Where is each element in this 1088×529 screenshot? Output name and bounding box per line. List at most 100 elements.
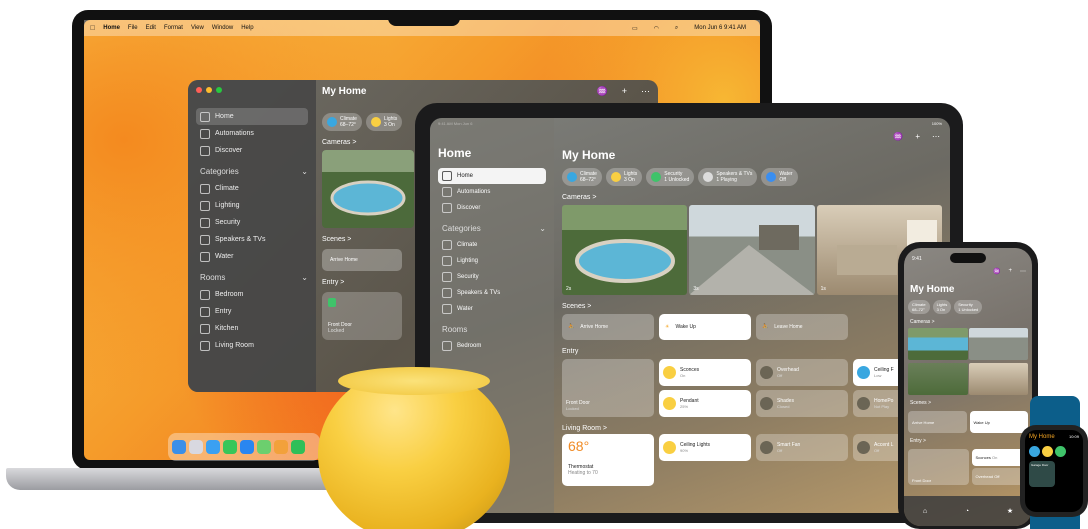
sidebar-item-climate[interactable]: Climate <box>196 180 308 197</box>
front-door-tile[interactable]: Front Door <box>908 449 969 485</box>
sidebar-item-home[interactable]: Home <box>438 168 546 184</box>
bulb-icon[interactable] <box>1042 446 1053 457</box>
sidebar-item-home[interactable]: Home <box>196 108 308 125</box>
sidebar-item-kitchen[interactable]: Kitchen <box>196 320 308 337</box>
pill-climate[interactable]: Climate 68–72° <box>908 300 930 314</box>
sidebar-item-security[interactable]: Security <box>438 269 546 285</box>
cameras-header[interactable]: Cameras > <box>562 194 942 201</box>
garage-door-tile[interactable]: Garage Door <box>1029 461 1055 487</box>
entry-header[interactable]: Entry > <box>910 438 1032 444</box>
fan-icon[interactable] <box>1029 446 1040 457</box>
scene-leave-home[interactable]: ⛹ Leave Home <box>756 314 848 340</box>
sconces-tile[interactable]: Sconces On <box>659 359 751 386</box>
sidebar-item-water[interactable]: Water <box>438 301 546 317</box>
menu-help[interactable]: Help <box>241 25 253 31</box>
camera-feed[interactable] <box>968 328 1028 360</box>
pill-security[interactable]: Security 1 Unlocked <box>954 300 983 314</box>
thermostat-tile[interactable]: 68° Thermostat Heating to 70 <box>562 434 654 486</box>
camera-feed[interactable]: 3s <box>689 205 815 295</box>
close-icon[interactable] <box>196 87 202 93</box>
waveform-icon[interactable]: ♒ <box>597 86 608 97</box>
waveform-icon[interactable]: ♒ <box>993 268 1000 275</box>
more-icon[interactable]: ⋯ <box>1020 268 1026 275</box>
sidebar-item-bedroom[interactable]: Bedroom <box>438 338 546 354</box>
safari-icon[interactable] <box>206 440 220 454</box>
camera-feed[interactable] <box>908 363 968 395</box>
rooms-header[interactable]: Rooms <box>442 325 546 334</box>
battery-icon[interactable]: ▭ <box>632 25 638 32</box>
ceiling-lights-tile[interactable]: Ceiling Lights 90% <box>659 434 751 461</box>
messages-icon[interactable] <box>223 440 237 454</box>
facetime-icon[interactable] <box>291 440 305 454</box>
sidebar-item-lighting[interactable]: Lighting <box>438 253 546 269</box>
add-icon[interactable]: + <box>915 132 920 141</box>
pill-climate[interactable]: Climate 68–72° <box>322 113 362 131</box>
cameras-header[interactable]: Cameras > <box>910 319 1032 325</box>
pill-water[interactable]: Water Off <box>761 168 798 186</box>
pill-lights[interactable]: Lights 3 On <box>365 113 403 131</box>
shades-tile[interactable]: Shades Closed <box>756 390 848 417</box>
menu-format[interactable]: Format <box>164 25 183 31</box>
sidebar-item-speakers[interactable]: Speakers & TVs <box>438 285 546 301</box>
zoom-icon[interactable] <box>216 87 222 93</box>
living-room-header[interactable]: Living Room > <box>562 425 942 432</box>
scenes-header[interactable]: Scenes > <box>562 303 942 310</box>
menu-edit[interactable]: Edit <box>146 25 156 31</box>
lock-icon[interactable] <box>1055 446 1066 457</box>
sidebar-item-water[interactable]: Water <box>196 248 308 265</box>
scene-arrive-home[interactable]: Arrive Home <box>322 249 402 271</box>
sidebar-item-speakers[interactable]: Speakers & TVs <box>196 231 308 248</box>
smart-fan-tile[interactable]: Smart Fan Off <box>756 434 848 461</box>
scene-wake-up[interactable]: ☀ Wake Up <box>659 314 751 340</box>
menu-window[interactable]: Window <box>212 25 233 31</box>
add-icon[interactable]: + <box>1008 268 1012 275</box>
entry-header[interactable]: Entry <box>562 348 942 355</box>
sidebar-item-climate[interactable]: Climate <box>438 237 546 253</box>
more-icon[interactable]: ⋯ <box>641 86 650 97</box>
pill-lights[interactable]: Lights 3 On <box>605 168 643 186</box>
camera-feed[interactable] <box>322 150 414 228</box>
menubar-clock[interactable]: Mon Jun 6 9:41 AM <box>694 25 746 32</box>
pill-climate[interactable]: Climate 68–72° <box>562 168 602 186</box>
minimize-icon[interactable] <box>206 87 212 93</box>
categories-header[interactable]: Categories ⌄ <box>442 224 546 233</box>
sidebar-item-discover[interactable]: Discover <box>438 200 546 216</box>
camera-feed[interactable]: 2s <box>562 205 688 295</box>
sidebar-item-discover[interactable]: Discover <box>196 142 308 159</box>
sidebar-item-security[interactable]: Security <box>196 214 308 231</box>
front-door-tile[interactable]: Front Door Locked <box>562 359 654 417</box>
pill-security[interactable]: Security 1 Unlocked <box>646 168 695 186</box>
camera-feed[interactable] <box>908 328 968 360</box>
sidebar-item-entry[interactable]: Entry <box>196 303 308 320</box>
pill-lights[interactable]: Lights 3 On <box>932 300 952 314</box>
menu-file[interactable]: File <box>128 25 138 31</box>
pill-speakers[interactable]: Speakers & TVs 1 Playing <box>698 168 758 186</box>
scene-wake-up[interactable]: Wake Up <box>969 411 1028 433</box>
menu-home[interactable]: Home <box>103 25 120 31</box>
wifi-icon[interactable]: ◠ <box>654 25 659 32</box>
sidebar-item-automations[interactable]: Automations <box>438 184 546 200</box>
rooms-header[interactable]: Rooms ⌄ <box>200 273 308 282</box>
search-icon[interactable]: ⌕ <box>675 25 678 32</box>
scenes-header[interactable]: Scenes > <box>910 400 1032 406</box>
scene-arrive-home[interactable]: ⛹ Arrive Home <box>562 314 654 340</box>
sidebar-item-bedroom[interactable]: Bedroom <box>196 286 308 303</box>
apple-icon[interactable]:  <box>90 25 95 32</box>
categories-header[interactable]: Categories ⌄ <box>200 167 308 176</box>
camera-feed[interactable] <box>968 363 1028 395</box>
tab-automations[interactable]: ◔ <box>965 508 969 515</box>
photos-icon[interactable] <box>274 440 288 454</box>
sidebar-item-living-room[interactable]: Living Room <box>196 337 308 354</box>
overhead-tile[interactable]: Overhead Off <box>756 359 848 386</box>
waveform-icon[interactable]: ♒ <box>893 132 903 141</box>
pendant-tile[interactable]: Pendant 25% <box>659 390 751 417</box>
tab-home[interactable]: ⌂ <box>923 508 927 515</box>
add-icon[interactable]: + <box>622 86 627 97</box>
menu-view[interactable]: View <box>191 25 204 31</box>
maps-icon[interactable] <box>257 440 271 454</box>
sidebar-item-lighting[interactable]: Lighting <box>196 197 308 214</box>
finder-icon[interactable] <box>172 440 186 454</box>
scene-arrive-home[interactable]: Arrive Home <box>908 411 967 433</box>
mail-icon[interactable] <box>240 440 254 454</box>
sidebar-item-automations[interactable]: Automations <box>196 125 308 142</box>
